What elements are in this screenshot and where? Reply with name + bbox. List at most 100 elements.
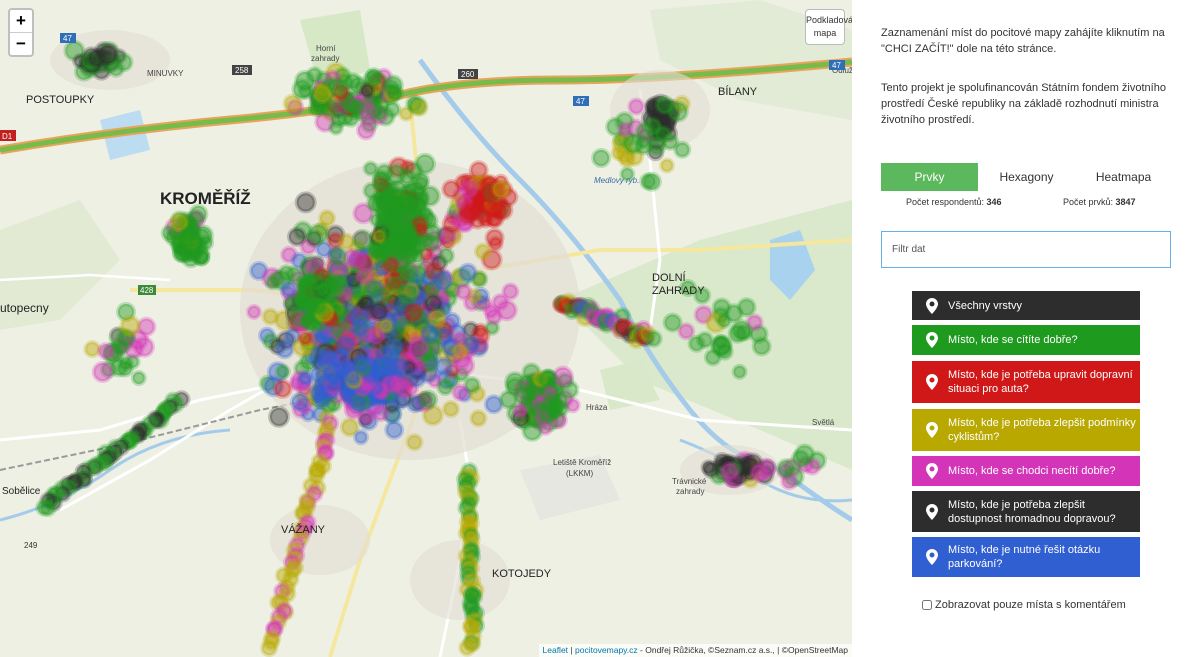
tab-heatmapa[interactable]: Heatmapa [1075, 163, 1172, 191]
map-marker [398, 221, 419, 242]
map-marker [410, 98, 429, 117]
map-marker [627, 97, 646, 116]
map-marker [337, 232, 356, 251]
view-tabs: Prvky Hexagony Heatmapa [881, 163, 1172, 191]
map-marker [700, 459, 717, 476]
map-marker [437, 246, 455, 265]
map-marker [418, 389, 439, 410]
map-marker [662, 312, 683, 333]
map-marker [347, 98, 366, 117]
map-marker [279, 280, 298, 299]
layer-button-public-transport[interactable]: Místo, kde je potřeba zlepšit dostupnost… [912, 491, 1140, 532]
map-marker [388, 375, 407, 394]
map-marker [356, 120, 376, 141]
counts-row: Počet respondentů: 346 Počet prvků: 3847 [881, 197, 1172, 207]
comments-only-toggle[interactable]: Zobrazovat pouze místa s komentářem [922, 599, 1126, 611]
layer-button-parking[interactable]: Místo, kde je nutné řešit otázku parková… [912, 537, 1140, 577]
map-marker [730, 319, 753, 342]
layer-label: Místo, kde se cítíte dobře? [948, 334, 1078, 346]
map-marker [501, 282, 520, 301]
layer-button-cyclists[interactable]: Místo, kde je potřeba zlepšit podmínky c… [912, 409, 1140, 451]
map-marker [653, 125, 672, 143]
map-marker [537, 406, 556, 425]
map-marker [397, 263, 416, 282]
map-marker [364, 67, 383, 86]
map-marker [617, 121, 634, 138]
map-pin-icon [926, 422, 938, 438]
map-marker [441, 400, 460, 419]
map-view[interactable]: KROMĚŘÍŽ POSTOUPKY BÍLANY DOLNÍ ZAHRADY … [0, 0, 852, 657]
map-marker [371, 356, 392, 377]
map-marker [264, 274, 281, 291]
pocitovemapy-link[interactable]: pocitovemapy.cz [575, 645, 638, 655]
map-marker [512, 402, 529, 419]
items-count: Počet prvků: 3847 [1062, 197, 1136, 207]
map-marker [287, 226, 307, 247]
tab-hexagony[interactable]: Hexagony [978, 163, 1075, 191]
map-marker [349, 317, 369, 338]
map-marker [622, 132, 645, 155]
map-marker [619, 166, 636, 183]
map-marker [484, 307, 503, 326]
map-marker [328, 246, 348, 267]
tab-prvky[interactable]: Prvky [881, 163, 978, 191]
funding-text: Tento projekt je spolufinancován Státním… [881, 82, 1166, 126]
zoom-control: + − [8, 8, 34, 57]
map-marker [116, 359, 134, 378]
leaflet-link[interactable]: Leaflet [543, 645, 569, 655]
map-marker [289, 392, 310, 412]
map-marker [87, 47, 108, 68]
map-marker [272, 378, 293, 399]
map-marker [371, 171, 392, 192]
map-marker [793, 443, 816, 466]
map-marker [474, 242, 492, 261]
layer-button-pedestrians[interactable]: Místo, kde se chodci necítí dobře? [912, 456, 1140, 486]
map-marker [274, 339, 295, 360]
comments-only-checkbox[interactable] [922, 600, 932, 610]
map-marker [679, 279, 697, 297]
map-marker [261, 307, 280, 326]
map-marker [719, 461, 740, 482]
map-marker [736, 297, 757, 318]
map-marker [457, 262, 478, 283]
zoom-out-button[interactable]: − [10, 32, 32, 55]
map-marker [591, 148, 612, 168]
map-marker [312, 84, 333, 104]
layer-label: Místo, kde je potřeba zlepšit podmínky c… [948, 417, 1136, 443]
filter-input[interactable] [881, 231, 1171, 268]
layer-button-all[interactable]: Všechny vrstvy [912, 291, 1140, 320]
respondents-count: Počet respondentů: 346 [905, 197, 1002, 207]
map-marker [328, 119, 344, 136]
map-marker [309, 297, 327, 316]
map-marker [354, 265, 375, 286]
map-marker [405, 433, 424, 452]
map-marker [491, 179, 511, 200]
zoom-in-button[interactable]: + [10, 10, 32, 32]
map-marker [291, 78, 314, 101]
map-marker [188, 204, 209, 224]
map-marker [362, 160, 379, 177]
map-marker [386, 83, 404, 102]
map-marker [433, 356, 454, 377]
layer-button-feel-good[interactable]: Místo, kde se cítíte dobře? [912, 325, 1140, 355]
map-marker [710, 334, 733, 357]
map-pin-icon [926, 297, 938, 314]
layer-label: Všechny vrstvy [948, 299, 1022, 312]
map-marker [91, 361, 114, 383]
map-marker [391, 201, 412, 222]
map-marker [451, 342, 470, 361]
map-marker [314, 329, 331, 346]
attribution-text: - Ondřej Růžička, ©Seznam.cz a.s., | ©Op… [637, 645, 848, 655]
map-marker [348, 249, 369, 270]
map-marker [436, 378, 455, 396]
map-marker [521, 419, 544, 442]
map-marker [294, 191, 317, 214]
map-marker [119, 314, 142, 337]
map-marker [171, 241, 194, 264]
basemap-switch-button[interactable]: Podkladová mapa [805, 9, 852, 45]
layer-button-car-traffic[interactable]: Místo, kde je potřeba upravit dopravní s… [912, 361, 1140, 403]
map-marker [246, 304, 262, 320]
map-marker [307, 223, 330, 246]
map-markers-layer[interactable] [0, 0, 852, 657]
map-marker [368, 211, 385, 228]
